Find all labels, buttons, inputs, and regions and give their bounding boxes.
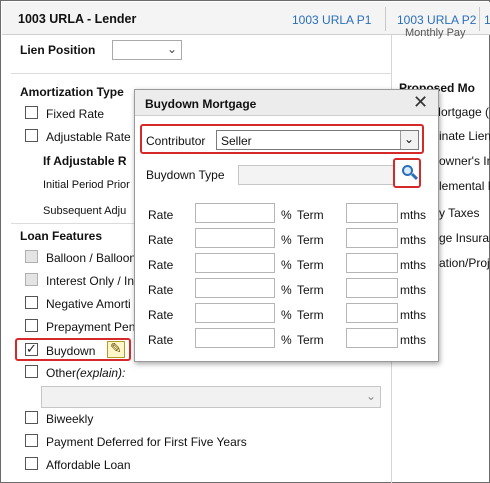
subsequent-adjustment-label: Subsequent Adju	[43, 205, 127, 217]
term-input[interactable]	[346, 328, 398, 348]
adjustable-rate-label: Adjustable Rate	[46, 130, 131, 144]
biweekly-label: Biweekly	[46, 412, 94, 426]
negative-amortization-label: Negative Amorti	[46, 297, 131, 311]
term-label: Term	[297, 258, 324, 272]
tab-1003[interactable]: 1003	[484, 13, 490, 27]
right-line: ge Insurance	[439, 231, 490, 245]
buydown-type-label: Buydown Type	[146, 168, 225, 182]
months-label: mths	[400, 233, 427, 247]
term-input[interactable]	[346, 303, 398, 323]
right-line: Mortgage (P	[431, 105, 490, 119]
contributor-label: Contributor	[146, 134, 206, 148]
term-label: Term	[297, 208, 324, 222]
months-label: mths	[400, 333, 427, 347]
divider	[11, 73, 391, 74]
term-input[interactable]	[346, 253, 398, 273]
edit-icon[interactable]	[107, 340, 125, 358]
lien-position-label: Lien Position	[20, 43, 96, 57]
adjustable-rate-checkbox[interactable]	[25, 129, 38, 142]
tab-separator	[385, 7, 386, 31]
percent-sign: %	[281, 333, 292, 347]
tab-urla-p2[interactable]: 1003 URLA P2	[397, 13, 476, 27]
rate-label: Rate	[148, 258, 174, 272]
if-adjustable-heading: If Adjustable R	[43, 154, 127, 168]
term-label: Term	[297, 283, 324, 297]
buydown-dialog: Buydown Mortgage ✕ Contributor Seller ⌄ …	[134, 89, 439, 362]
balloon-label: Balloon / Balloon	[46, 251, 137, 265]
affordable-loan-checkbox[interactable]	[25, 457, 38, 470]
term-input[interactable]	[346, 228, 398, 248]
term-input[interactable]	[346, 203, 398, 223]
rate-label: Rate	[148, 333, 174, 347]
rate-input[interactable]	[195, 253, 275, 273]
rate-input[interactable]	[195, 303, 275, 323]
right-line: lemental Pro	[439, 179, 490, 193]
prepayment-penalty-label: Prepayment Pen	[46, 320, 136, 334]
lien-position-select[interactable]: ⌄	[112, 40, 182, 60]
rate-input[interactable]	[195, 203, 275, 223]
percent-sign: %	[281, 233, 292, 247]
other-label: Other(explain):	[46, 366, 126, 380]
payment-deferred-label: Payment Deferred for First Five Years	[46, 435, 247, 449]
dialog-header: Buydown Mortgage ✕	[135, 90, 438, 116]
months-label: mths	[400, 258, 427, 272]
balloon-checkbox[interactable]	[25, 250, 38, 263]
interest-only-checkbox[interactable]	[25, 273, 38, 286]
fixed-rate-checkbox[interactable]	[25, 106, 38, 119]
payment-deferred-checkbox[interactable]	[25, 434, 38, 447]
chevron-down-icon: ⌄	[365, 389, 376, 403]
monthly-payment-label: Monthly Pay	[405, 27, 466, 39]
buydown-checkbox[interactable]	[25, 341, 38, 357]
rate-label: Rate	[148, 208, 174, 222]
percent-sign: %	[281, 308, 292, 322]
buydown-type-input[interactable]	[238, 165, 394, 185]
right-line: inate Lien	[439, 129, 490, 143]
rate-input[interactable]	[195, 278, 275, 298]
rate-input[interactable]	[195, 328, 275, 348]
months-label: mths	[400, 283, 427, 297]
chevron-down-icon: ⌄	[400, 131, 418, 149]
buydown-label: Buydown	[46, 344, 96, 358]
rate-label: Rate	[148, 308, 174, 322]
window-frame: 1003 URLA - Lender 1003 URLA P1 1003 URL…	[0, 0, 490, 483]
amortization-heading: Amortization Type	[20, 85, 124, 99]
initial-period-label: Initial Period Prior	[43, 179, 130, 191]
term-label: Term	[297, 333, 324, 347]
contributor-value: Seller	[221, 134, 252, 148]
interest-only-label: Interest Only / In	[46, 274, 135, 288]
rate-input[interactable]	[195, 228, 275, 248]
fixed-rate-label: Fixed Rate	[46, 107, 105, 121]
tab-urla-p1[interactable]: 1003 URLA P1	[292, 13, 371, 27]
affordable-loan-label: Affordable Loan	[46, 458, 131, 472]
negative-amortization-checkbox[interactable]	[25, 296, 38, 309]
contributor-select[interactable]: Seller ⌄	[216, 130, 419, 150]
right-line: y Taxes	[439, 206, 480, 220]
tab-separator	[479, 7, 480, 31]
other-explain-select[interactable]: ⌄	[41, 386, 381, 408]
other-checkbox[interactable]	[25, 365, 38, 378]
search-icon[interactable]	[398, 162, 420, 184]
biweekly-checkbox[interactable]	[25, 411, 38, 424]
right-line: ation/Proj	[439, 256, 490, 270]
term-label: Term	[297, 308, 324, 322]
rate-label: Rate	[148, 283, 174, 297]
term-label: Term	[297, 233, 324, 247]
percent-sign: %	[281, 258, 292, 272]
prepayment-penalty-checkbox[interactable]	[25, 319, 38, 332]
loan-features-heading: Loan Features	[20, 229, 103, 243]
chevron-down-icon: ⌄	[166, 42, 177, 56]
percent-sign: %	[281, 283, 292, 297]
page-title: 1003 URLA - Lender	[18, 12, 137, 26]
right-line: owner's Ins	[439, 154, 490, 168]
rate-label: Rate	[148, 233, 174, 247]
term-input[interactable]	[346, 278, 398, 298]
months-label: mths	[400, 308, 427, 322]
close-icon[interactable]: ✕	[413, 92, 428, 113]
months-label: mths	[400, 208, 427, 222]
dialog-title: Buydown Mortgage	[145, 97, 257, 111]
percent-sign: %	[281, 208, 292, 222]
